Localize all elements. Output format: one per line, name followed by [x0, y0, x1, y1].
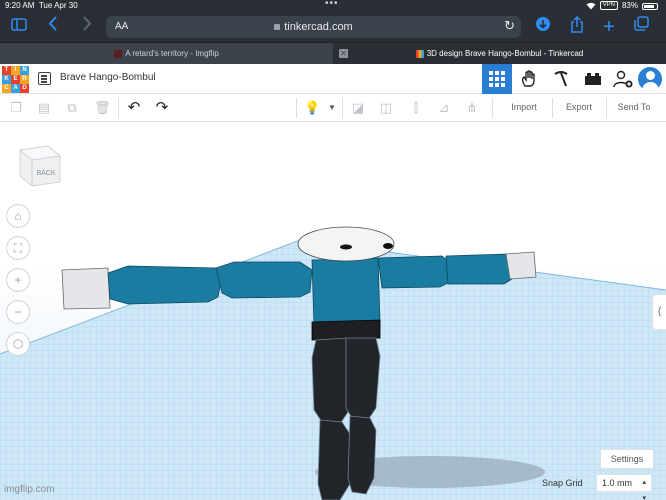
import-button[interactable]: Import [496, 94, 552, 121]
design-list-icon[interactable] [38, 72, 51, 85]
paste-icon[interactable]: ▤ [36, 100, 52, 116]
fit-icon: ⛶ [13, 241, 23, 255]
design-title[interactable]: Brave Hango-Bombul [60, 72, 156, 83]
pickaxe-icon [554, 71, 568, 87]
shapes-panel-toggle[interactable]: ⟨ [652, 294, 666, 330]
snap-grid-label: Snap Grid [542, 478, 583, 488]
notes-lightbulb-icon[interactable]: 💡 [304, 100, 320, 116]
cube-icon: ⬡ [12, 337, 24, 351]
forward-button[interactable] [76, 16, 98, 38]
tab-bar: A retard's territory - Imgflip ✕ 3D desi… [0, 42, 666, 64]
copy-icon[interactable]: ❐ [8, 100, 24, 116]
plus-icon: + [603, 16, 615, 38]
add-user-icon [613, 70, 633, 88]
wifi-icon [586, 2, 596, 9]
view-cube[interactable]: BACK [18, 144, 62, 188]
status-time: 9:20 AM [5, 1, 35, 10]
logo-letter-tile: E [11, 75, 20, 84]
notes-dropdown-icon[interactable]: ▼ [324, 100, 340, 116]
tinkercad-toolbar: ❐ ▤ ⧉ 🗑 ↶ ↷ 💡 ▼ ◪ ◫ ⫿ ⊿ ⋔ Import Export … [0, 94, 666, 122]
status-date: Tue Apr 30 [38, 1, 78, 10]
head-shape[interactable] [297, 226, 395, 262]
tab-imgflip[interactable]: A retard's territory - Imgflip [0, 43, 333, 64]
logo-letter-tile: K [2, 75, 11, 84]
export-button[interactable]: Export [552, 94, 606, 121]
tab-title: A retard's territory - Imgflip [125, 49, 219, 58]
tab-tinkercad[interactable]: ✕ 3D design Brave Hango-Bombul - Tinkerc… [333, 43, 666, 64]
brick-icon [585, 73, 601, 85]
new-tab-button[interactable]: + [598, 16, 620, 38]
blocks-view-button[interactable] [514, 64, 544, 94]
logo-letter-tile: I [11, 66, 20, 75]
logo-letter-tile: A [11, 84, 20, 93]
imgflip-watermark: imgflip.com [4, 484, 55, 495]
chevron-right-icon [83, 16, 92, 31]
align-icon[interactable]: ⫿ [408, 100, 424, 116]
chevron-left-icon: ⟨ [657, 306, 662, 318]
cruise-icon[interactable]: ⋔ [464, 100, 480, 116]
invite-user-button[interactable] [608, 64, 638, 94]
grid-icon [489, 71, 505, 87]
url-text: tinkercad.com [284, 21, 353, 33]
mirror-icon[interactable]: ⊿ [436, 100, 452, 116]
zoom-in-icon: + [14, 273, 22, 287]
tinkercad-logo[interactable]: TINKERCAD [2, 66, 29, 93]
logo-letter-tile: R [20, 75, 29, 84]
logo-letter-tile: T [2, 66, 11, 75]
home-icon: ⌂ [14, 209, 22, 223]
tab-title: 3D design Brave Hango-Bombul - Tinkercad [426, 49, 584, 58]
ungroup-icon[interactable]: ◫ [378, 100, 394, 116]
fit-view-button[interactable]: ⛶ [6, 236, 30, 260]
safari-toolbar: AA tinkercad.com ↻ + [0, 12, 666, 42]
delete-icon[interactable]: 🗑 [94, 100, 111, 116]
vpn-badge: VPN [599, 1, 618, 10]
logo-letter-tile: C [2, 84, 11, 93]
tinkercad-header: TINKERCAD Brave Hango-Bombul [0, 64, 666, 94]
redo-icon[interactable]: ↷ [154, 100, 170, 116]
3d-view-button[interactable] [482, 64, 512, 94]
updown-caret-icon: ▴ ▾ [642, 479, 646, 500]
logo-letter-tile: D [20, 84, 29, 93]
zoom-out-icon: − [14, 305, 22, 319]
orthographic-button[interactable]: ⬡ [6, 332, 30, 356]
view-cube-label: BACK [36, 170, 55, 177]
lego-view-button[interactable] [578, 64, 608, 94]
sidebar-icon [11, 18, 27, 31]
tabs-icon [633, 16, 649, 31]
home-view-button[interactable]: ⌂ [6, 204, 30, 228]
share-button[interactable] [566, 15, 588, 38]
snap-grid-value: 1.0 mm [602, 478, 633, 488]
snap-grid-select[interactable]: 1.0 mm ▴ ▾ [596, 474, 652, 500]
tinkercad-favicon-icon [415, 49, 424, 58]
lock-icon [274, 24, 281, 30]
downloads-button[interactable] [532, 16, 554, 38]
duplicate-icon[interactable]: ⧉ [64, 100, 80, 116]
logo-letter-tile: N [20, 66, 29, 75]
zoom-in-button[interactable]: + [6, 268, 30, 292]
tab-overview-button[interactable] [630, 16, 652, 38]
address-bar[interactable]: AA tinkercad.com ↻ [106, 16, 521, 38]
multitask-dots-icon[interactable]: ••• [325, 0, 339, 9]
back-button[interactable] [42, 16, 64, 38]
ios-status-bar: 9:20 AM Tue Apr 30 ••• VPN 83% [0, 0, 666, 12]
reload-icon[interactable]: ↻ [504, 18, 515, 34]
user-avatar[interactable] [636, 65, 664, 93]
imgflip-favicon-icon [114, 49, 123, 58]
zoom-out-button[interactable]: − [6, 300, 30, 324]
chevron-left-icon [48, 16, 57, 31]
download-icon [536, 17, 550, 31]
bricks-view-button[interactable] [546, 64, 576, 94]
battery-percent: 83% [621, 1, 638, 10]
share-icon [571, 15, 583, 33]
hand-icon [521, 70, 535, 87]
torso-shape[interactable] [311, 257, 381, 341]
3d-scene[interactable] [0, 122, 666, 500]
send-to-button[interactable]: Send To [606, 94, 662, 121]
group-icon[interactable]: ◪ [350, 100, 366, 116]
settings-button[interactable]: Settings [600, 449, 654, 469]
workplane-canvas[interactable]: BACK ⌂ ⛶ + − ⬡ ⟨ Settings Snap Grid 1.0 … [0, 122, 666, 500]
sidebar-button[interactable] [8, 16, 30, 38]
undo-icon[interactable]: ↶ [126, 100, 142, 116]
battery-icon [642, 2, 658, 10]
